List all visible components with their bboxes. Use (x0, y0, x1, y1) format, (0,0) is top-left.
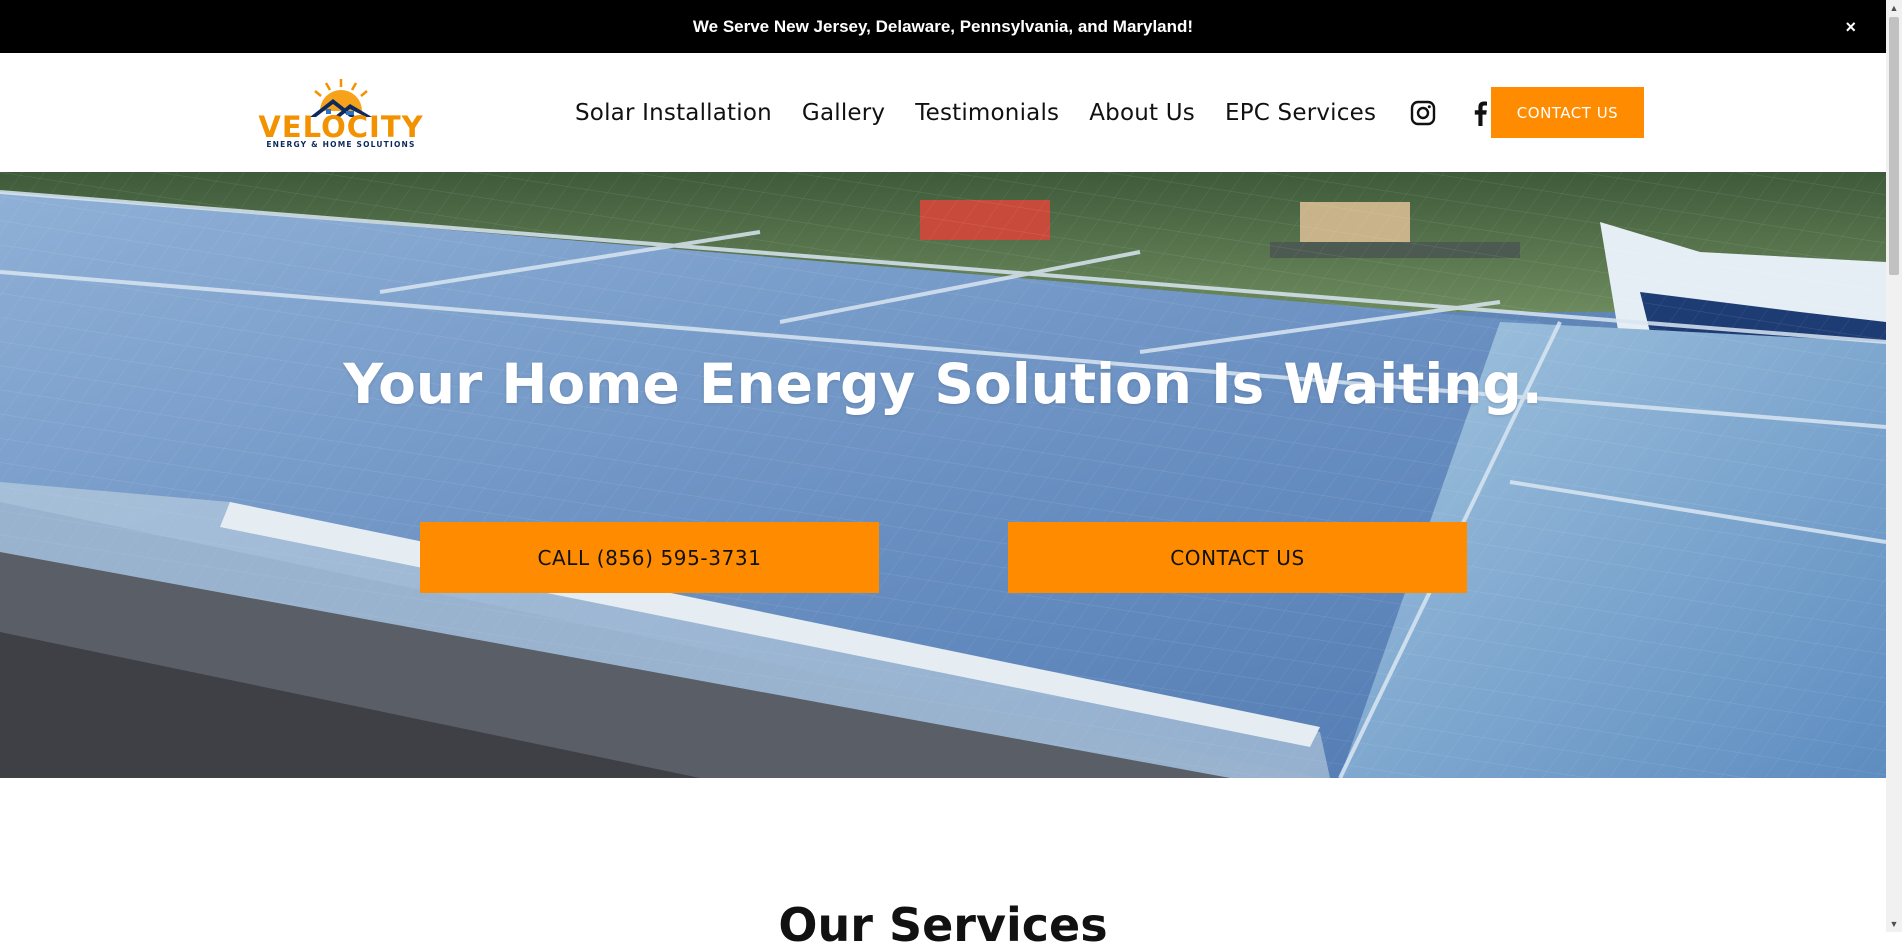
social-links (1406, 100, 1494, 126)
scroll-up-icon[interactable]: ▲ (1886, 0, 1902, 16)
logo-wordmark: VELOCITY (258, 110, 423, 144)
hero-contact-button[interactable]: CONTACT US (1008, 522, 1467, 593)
nav-testimonials[interactable]: Testimonials (915, 100, 1059, 126)
instagram-icon[interactable] (1410, 100, 1436, 126)
scrollbar[interactable]: ▲ ▼ (1886, 0, 1902, 932)
solar-panels-image (0, 172, 1886, 778)
nav-about-us[interactable]: About Us (1089, 100, 1195, 126)
logo-tagline: ENERGY & HOME SOLUTIONS (266, 140, 415, 149)
site-header: VELOCITY ENERGY & HOME SOLUTIONS Solar I… (0, 53, 1886, 172)
close-icon[interactable]: × (1845, 18, 1856, 36)
announcement-text: We Serve New Jersey, Delaware, Pennsylva… (692, 16, 1194, 36)
hero-section: Your Home Energy Solution Is Waiting. CA… (0, 172, 1886, 778)
scroll-thumb[interactable] (1889, 17, 1899, 275)
nav-solar-installation[interactable]: Solar Installation (575, 100, 772, 126)
services-title: Our Services (778, 898, 1108, 952)
velocity-logo[interactable]: VELOCITY ENERGY & HOME SOLUTIONS (250, 77, 432, 149)
scroll-down-icon[interactable]: ▼ (1886, 916, 1902, 932)
call-button[interactable]: CALL (856) 595-3731 (420, 522, 879, 593)
hero-title: Your Home Energy Solution Is Waiting. (343, 352, 1543, 416)
main-nav: Solar Installation Gallery Testimonials … (575, 53, 1494, 172)
announcement-bar: We Serve New Jersey, Delaware, Pennsylva… (0, 0, 1886, 53)
header-contact-button[interactable]: CONTACT US (1491, 87, 1644, 138)
nav-gallery[interactable]: Gallery (802, 100, 885, 126)
nav-epc-services[interactable]: EPC Services (1225, 100, 1376, 126)
